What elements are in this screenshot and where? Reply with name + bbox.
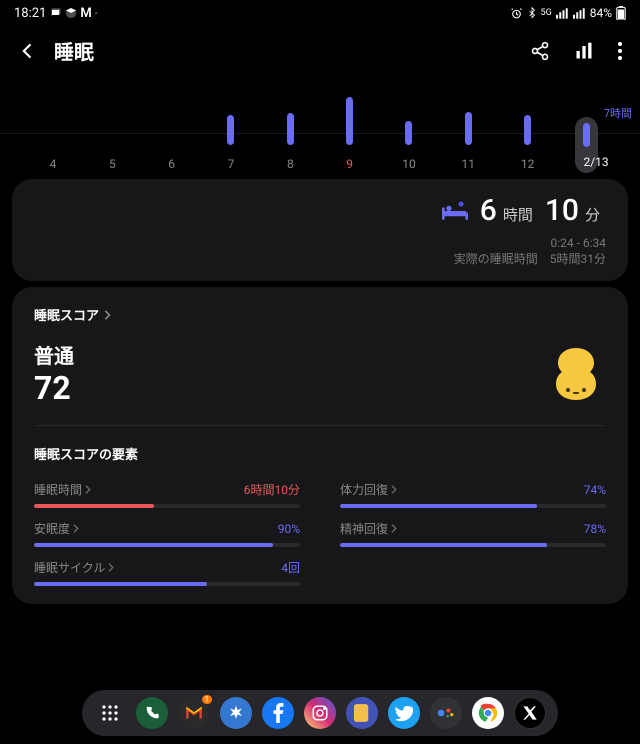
factors-title: 睡眠スコアの要素 — [34, 444, 606, 463]
score-value-block: 普通 72 — [34, 340, 74, 407]
clock: 18:21 — [14, 6, 46, 21]
back-icon[interactable] — [18, 41, 38, 61]
hours-unit: 時間 — [503, 204, 533, 225]
gmail-app-icon[interactable]: 1 — [178, 697, 210, 729]
bed-icon — [442, 200, 468, 222]
x-app-icon[interactable] — [514, 697, 546, 729]
bluetooth-icon — [527, 7, 537, 20]
score-number: 72 — [34, 369, 74, 407]
minutes-unit: 分 — [585, 204, 600, 225]
sleep-bar-chart[interactable]: 7時間 4567891011122/13 — [0, 83, 640, 173]
status-left: 18:21 M • — [14, 6, 97, 21]
facebook-app-icon[interactable] — [262, 697, 294, 729]
score-card: 睡眠スコア 普通 72 睡眠スコアの要素 睡眠時間 6時間10分 体力回復 74%… — [12, 287, 628, 604]
battery-label: 84% — [590, 6, 612, 20]
time-range: 0:24 - 6:34 — [34, 236, 606, 250]
phone-app-icon[interactable] — [136, 697, 168, 729]
share-icon[interactable] — [530, 41, 550, 61]
actual-sleep: 実際の睡眠時間 5時間31分 — [34, 250, 606, 267]
summary-card: 6 時間 10 分 0:24 - 6:34 実際の睡眠時間 5時間31分 — [12, 179, 628, 281]
status-left-icons: M • — [50, 6, 97, 21]
factor-row[interactable]: 睡眠時間 6時間10分 — [34, 481, 300, 508]
status-bar: 18:21 M • 5G 84% — [0, 0, 640, 26]
gmail-badge: 1 — [202, 695, 213, 704]
app-drawer-icon[interactable] — [94, 697, 126, 729]
page-title: 睡眠 — [54, 36, 94, 65]
notes-app-icon[interactable] — [346, 697, 378, 729]
signal-icon-2 — [573, 8, 586, 19]
factor-row[interactable]: 体力回復 74% — [340, 481, 606, 508]
score-label: 普通 — [34, 340, 74, 369]
app-header: 睡眠 — [0, 26, 640, 79]
chart-bar[interactable]: 5 — [87, 145, 137, 151]
twitter-app-icon[interactable] — [388, 697, 420, 729]
chart-bar[interactable]: 7 — [206, 115, 256, 151]
chart-bar[interactable]: 4 — [28, 145, 78, 151]
more-icon[interactable] — [618, 42, 622, 60]
score-section-link[interactable]: 睡眠スコア — [34, 305, 606, 324]
chart-bar[interactable]: 12 — [503, 115, 553, 151]
factor-row[interactable]: 精神回復 78% — [340, 520, 606, 547]
instagram-app-icon[interactable] — [304, 697, 336, 729]
app-dock: 1 — [82, 690, 558, 736]
network-label: 5G — [541, 8, 552, 18]
chevron-right-icon — [103, 310, 111, 320]
chart-bar[interactable]: 8 — [265, 113, 315, 151]
chart-bar[interactable]: 6 — [147, 145, 197, 151]
chart-bar[interactable]: 9 — [325, 97, 375, 151]
chrome-app-icon[interactable] — [472, 697, 504, 729]
battery-icon — [616, 6, 626, 20]
factor-row[interactable]: 睡眠サイクル 4回 — [34, 559, 300, 586]
chart-bar[interactable]: 10 — [384, 121, 434, 151]
status-right: 5G 84% — [510, 6, 626, 20]
factor-row[interactable]: 安眠度 90% — [34, 520, 300, 547]
minutes-value: 10 — [545, 193, 579, 228]
sleep-avatar — [546, 344, 606, 404]
sleep-duration-row: 6 時間 10 分 — [34, 193, 606, 228]
stats-icon[interactable] — [574, 41, 594, 61]
signal-icon — [556, 8, 569, 19]
hours-value: 6 — [480, 193, 497, 228]
assistant-app-icon[interactable] — [430, 697, 462, 729]
alarm-icon — [510, 7, 523, 20]
chart-bar[interactable]: 11 — [443, 112, 493, 151]
galaxy-app-icon[interactable] — [220, 697, 252, 729]
